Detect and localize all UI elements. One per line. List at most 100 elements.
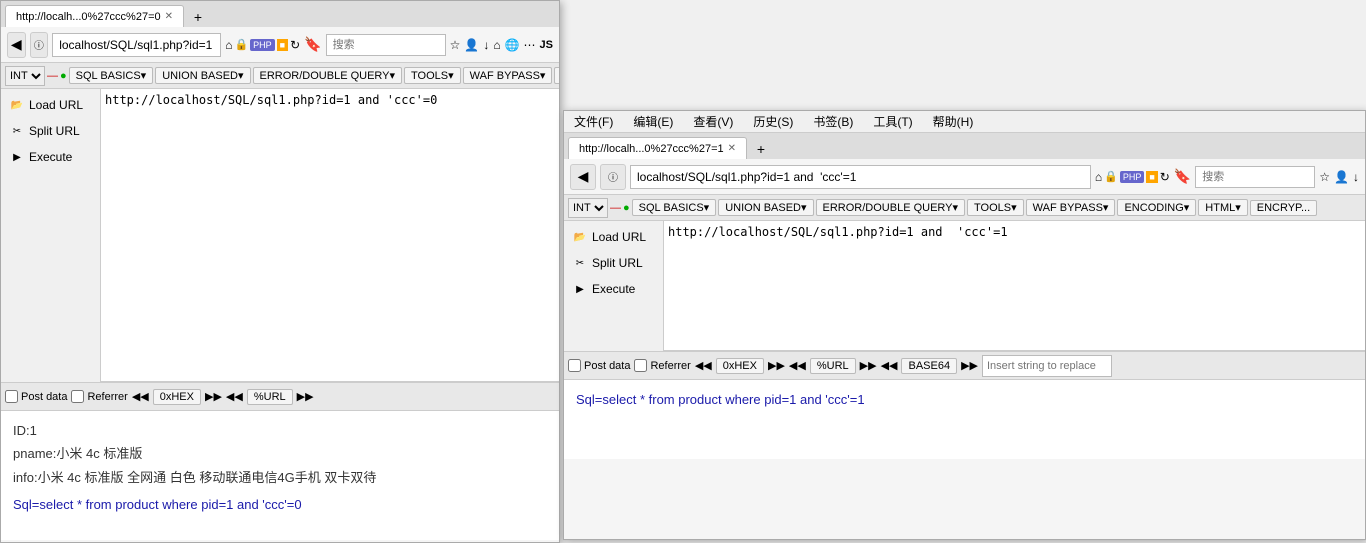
base64-btn-2[interactable]: BASE64: [901, 358, 957, 374]
info-button-1[interactable]: ⓘ: [30, 32, 49, 58]
star-icon-1[interactable]: ☆: [450, 38, 461, 52]
insert-string-input-2[interactable]: [982, 355, 1112, 377]
home2-icon-1[interactable]: ⌂: [493, 38, 500, 52]
dash-icon-1: —: [47, 70, 58, 82]
referrer-checkbox-2[interactable]: [634, 359, 647, 372]
post-data-check-2[interactable]: Post data: [568, 359, 630, 372]
home-icon-2[interactable]: ⌂: [1095, 170, 1102, 184]
union-based-btn-1[interactable]: UNION BASED▾: [155, 67, 250, 84]
back-button-1[interactable]: ◀: [7, 32, 26, 58]
search-box-2[interactable]: [1195, 166, 1315, 188]
url-textarea-2[interactable]: http://localhost/SQL/sql1.php?id=1 and '…: [664, 221, 1365, 351]
arrow-right-1: ▶▶: [205, 390, 222, 403]
star-icon-2[interactable]: ☆: [1319, 170, 1330, 184]
menubar-2: 文件(F) 编辑(E) 查看(V) 历史(S) 书签(B) 工具(T) 帮助(H…: [564, 111, 1365, 133]
referrer-checkbox-1[interactable]: [71, 390, 84, 403]
tools-btn-1[interactable]: TOOLS▾: [404, 67, 461, 84]
nav-icons-2: ⌂ 🔒 PHP ■ ↻: [1095, 170, 1170, 184]
tab-2[interactable]: http://localh...0%27ccc%27=1 ✕: [568, 137, 747, 159]
navbar-2: ◀ ⓘ ⌂ 🔒 PHP ■ ↻ 🔖 ☆ 👤 ↓: [564, 159, 1365, 195]
home-icon-1[interactable]: ⌂: [225, 38, 232, 52]
load-url-btn-2[interactable]: 📂 Load URL: [564, 225, 663, 249]
output-line1-1: ID:1: [13, 419, 547, 442]
js-badge-1: JS: [540, 39, 553, 51]
type-select-2[interactable]: INT: [568, 198, 608, 218]
sql-content-2: http://localhost/SQL/sql1.php?id=1 and '…: [664, 221, 1365, 351]
globe-icon-1[interactable]: 🌐: [505, 38, 520, 52]
bottom-toolbar-2: Post data Referrer ◀◀ 0xHEX ▶▶ ◀◀ %URL ▶…: [564, 351, 1365, 379]
php-icon-1: PHP: [250, 39, 275, 51]
sql-basics-btn-1[interactable]: SQL BASICS▾: [69, 67, 154, 84]
oxhex-btn-2[interactable]: 0xHEX: [716, 358, 764, 374]
refresh-icon-2[interactable]: ↻: [1160, 170, 1170, 184]
bookmark-icon-1[interactable]: 🔖: [304, 36, 321, 53]
new-tab-button-1[interactable]: +: [188, 7, 208, 27]
tab-1[interactable]: http://localh...0%27ccc%27=0 ✕: [5, 5, 184, 27]
html-btn-2[interactable]: HTML▾: [1198, 199, 1247, 216]
arrow-right2-2: ▶▶: [860, 359, 877, 372]
tab-2-close[interactable]: ✕: [728, 143, 736, 154]
dots-icon-1[interactable]: ⋯: [524, 38, 536, 52]
sql-content-1: http://localhost/SQL/sql1.php?id=1 and '…: [101, 89, 559, 382]
union-based-btn-2[interactable]: UNION BASED▾: [718, 199, 813, 216]
info-button-2[interactable]: ⓘ: [600, 164, 626, 190]
menu-file-2[interactable]: 文件(F): [568, 111, 619, 132]
split-url-btn-2[interactable]: ✂ Split URL: [564, 251, 663, 275]
split-icon-1: ✂: [9, 123, 25, 139]
execute-icon-2: ▶: [572, 281, 588, 297]
menu-edit-2[interactable]: 编辑(E): [627, 111, 679, 132]
split-url-btn-1[interactable]: ✂ Split URL: [1, 119, 100, 143]
toolbar-2: INT — ● SQL BASICS▾ UNION BASED▾ ERROR/D…: [564, 195, 1365, 221]
load-url-btn-1[interactable]: 📂 Load URL: [1, 93, 100, 117]
user-icon-1[interactable]: 👤: [464, 38, 479, 52]
php-icon-2: PHP: [1120, 171, 1145, 183]
pcturl-btn-1[interactable]: %URL: [247, 389, 293, 405]
post-data-checkbox-2[interactable]: [568, 359, 581, 372]
oxhex-btn-1[interactable]: 0xHEX: [153, 389, 201, 405]
arrow-right2-1: ▶▶: [297, 390, 314, 403]
referrer-check-2[interactable]: Referrer: [634, 359, 690, 372]
menu-history-2[interactable]: 历史(S): [747, 111, 799, 132]
refresh-icon-1[interactable]: ↻: [290, 38, 300, 52]
new-tab-button-2[interactable]: +: [751, 139, 771, 159]
error-double-btn-1[interactable]: ERROR/DOUBLE QUERY▾: [253, 67, 403, 84]
user-icon-2[interactable]: 👤: [1334, 170, 1349, 184]
pcturl-btn-2[interactable]: %URL: [810, 358, 856, 374]
encryp-btn-2[interactable]: ENCRYP...: [1250, 200, 1317, 216]
menu-tools-2[interactable]: 工具(T): [867, 111, 918, 132]
arrow-left3-2: ◀◀: [881, 359, 898, 372]
url-textarea-1[interactable]: http://localhost/SQL/sql1.php?id=1 and '…: [101, 89, 559, 382]
bookmark-icon-2[interactable]: 🔖: [1174, 168, 1191, 185]
type-select-1[interactable]: INT: [5, 66, 45, 86]
sql-basics-btn-2[interactable]: SQL BASICS▾: [632, 199, 717, 216]
menu-help-2[interactable]: 帮助(H): [927, 111, 980, 132]
download-icon-2[interactable]: ↓: [1353, 170, 1359, 184]
encoding-btn-2[interactable]: ENCODING▾: [1117, 199, 1196, 216]
split-url-label-1: Split URL: [29, 124, 80, 138]
search-box-1[interactable]: [326, 34, 446, 56]
toolbar-1: INT — ● SQL BASICS▾ UNION BASED▾ ERROR/D…: [1, 63, 559, 89]
post-data-check-1[interactable]: Post data: [5, 390, 67, 403]
waf-bypass-btn-1[interactable]: WAF BYPASS▾: [463, 67, 553, 84]
back-button-2[interactable]: ◀: [570, 164, 596, 190]
tab-bar-2: http://localh...0%27ccc%27=1 ✕ +: [564, 133, 1365, 159]
error-double-btn-2[interactable]: ERROR/DOUBLE QUERY▾: [816, 199, 966, 216]
menu-bookmarks-2[interactable]: 书签(B): [807, 111, 859, 132]
nav-icons-1: ⌂ 🔒 PHP ■ ↻: [225, 38, 300, 52]
menu-view-2[interactable]: 查看(V): [687, 111, 739, 132]
waf-bypass-btn-2[interactable]: WAF BYPASS▾: [1026, 199, 1116, 216]
execute-btn-2[interactable]: ▶ Execute: [564, 277, 663, 301]
execute-btn-1[interactable]: ▶ Execute: [1, 145, 100, 169]
encoding-btn-1[interactable]: ENCODING▾: [554, 67, 559, 84]
load-icon-1: 📂: [9, 97, 25, 113]
address-bar-1[interactable]: [52, 33, 221, 57]
referrer-check-1[interactable]: Referrer: [71, 390, 127, 403]
download-icon-1[interactable]: ↓: [483, 38, 489, 52]
ms-icon-2: ■: [1146, 171, 1157, 183]
load-url-label-1: Load URL: [29, 98, 83, 112]
ms-icon-1: ■: [277, 39, 288, 51]
tab-1-close[interactable]: ✕: [165, 11, 173, 22]
post-data-checkbox-1[interactable]: [5, 390, 18, 403]
tools-btn-2[interactable]: TOOLS▾: [967, 199, 1024, 216]
address-bar-2[interactable]: [630, 165, 1091, 189]
